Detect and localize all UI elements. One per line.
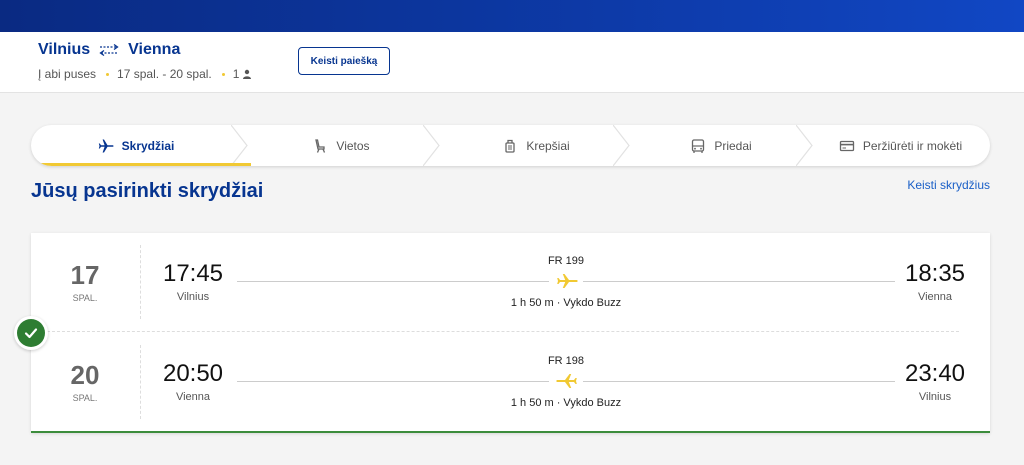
round-trip-arrows-icon	[99, 43, 119, 57]
step-divider-chevron	[231, 125, 248, 166]
route-line	[237, 281, 549, 282]
flight-number: FR 199	[547, 255, 585, 267]
arrival-city: Vienna	[917, 291, 953, 303]
departure-time: 17:45	[162, 260, 224, 287]
arrival-time: 18:35	[904, 260, 966, 287]
flight-separator	[37, 331, 959, 332]
separator-dot	[106, 72, 110, 76]
flight-outbound: 17 SPAL. 17:45 Vilnius FR 199 1 h 50 m ·…	[31, 233, 990, 333]
step-review-pay[interactable]: Peržiūrėti ir mokėti	[811, 125, 990, 166]
flight-day: 20	[70, 360, 100, 390]
step-divider-chevron	[796, 125, 813, 166]
active-step-indicator	[31, 163, 251, 166]
arrival: 18:35 Vienna	[903, 260, 967, 304]
route-line	[237, 381, 549, 382]
change-search-button[interactable]: Keisti paiešką	[298, 47, 390, 75]
person-icon	[243, 69, 252, 79]
step-seats[interactable]: Vietos	[241, 125, 441, 166]
booking-stepper: Skrydžiai Vietos Krepšiai Priedai Peržiū…	[31, 125, 990, 166]
trip-dates: 17 spal. - 20 spal.	[117, 67, 212, 81]
flight-date: 20 SPAL.	[51, 361, 119, 403]
departure-city: Vilnius	[176, 291, 210, 303]
departure-time: 20:50	[162, 360, 224, 387]
route: Vilnius Vienna	[38, 41, 180, 59]
flight-month: SPAL.	[72, 393, 98, 403]
step-label: Krepšiai	[526, 138, 570, 153]
flight-day: 17	[70, 260, 100, 290]
step-extras[interactable]: Priedai	[631, 125, 811, 166]
card-icon	[839, 140, 854, 151]
origin-city: Vilnius	[38, 41, 91, 58]
arrival: 23:40 Vilnius	[903, 360, 967, 404]
seat-icon	[315, 138, 326, 153]
flight-return: 20 SPAL. 20:50 Vienna FR 198 1 h 50 m · …	[31, 333, 990, 433]
date-divider	[140, 245, 141, 319]
flight-info: 1 h 50 m · Vykdo Buzz	[510, 297, 622, 309]
route-line	[583, 281, 895, 282]
arrival-city: Vilnius	[918, 391, 952, 403]
arrival-time: 23:40	[904, 360, 966, 387]
step-divider-chevron	[423, 125, 440, 166]
flight-month: SPAL.	[72, 293, 98, 303]
trip-summary: Vilnius Vienna Į abi puses 17 spal. - 20…	[0, 32, 1024, 93]
step-flights[interactable]: Skrydžiai	[31, 125, 241, 166]
flight-info: 1 h 50 m · Vykdo Buzz	[510, 397, 622, 409]
date-divider	[140, 345, 141, 419]
plane-icon	[98, 139, 114, 152]
plane-icon	[557, 274, 578, 288]
bus-icon	[692, 138, 705, 153]
plane-icon	[556, 374, 577, 388]
route-meta: Į abi puses 17 spal. - 20 spal. 1	[38, 67, 252, 81]
trip-type: Į abi puses	[38, 67, 97, 81]
flight-number: FR 198	[547, 355, 585, 367]
selected-check-badge	[14, 316, 48, 350]
route-line	[583, 381, 895, 382]
top-header-bar	[0, 0, 1024, 32]
bag-icon	[505, 139, 515, 153]
departure: 17:45 Vilnius	[161, 260, 225, 304]
step-label: Peržiūrėti ir mokėti	[862, 138, 963, 153]
step-bags[interactable]: Krepšiai	[441, 125, 631, 166]
departure: 20:50 Vienna	[161, 360, 225, 404]
checkmark-icon	[17, 319, 45, 347]
destination-city: Vienna	[128, 41, 181, 58]
separator-dot	[221, 72, 225, 76]
selected-flights-card: 17 SPAL. 17:45 Vilnius FR 199 1 h 50 m ·…	[31, 233, 990, 433]
change-flights-link[interactable]: Keisti skrydžius	[907, 178, 990, 192]
step-label: Skrydžiai	[121, 138, 175, 153]
step-label: Vietos	[336, 138, 370, 153]
passenger-count: 1	[232, 67, 240, 81]
step-label: Priedai	[714, 138, 752, 153]
flight-date: 17 SPAL.	[51, 261, 119, 303]
page-title: Jūsų pasirinkti skrydžiai	[31, 180, 264, 202]
departure-city: Vienna	[175, 391, 211, 403]
step-divider-chevron	[613, 125, 630, 166]
